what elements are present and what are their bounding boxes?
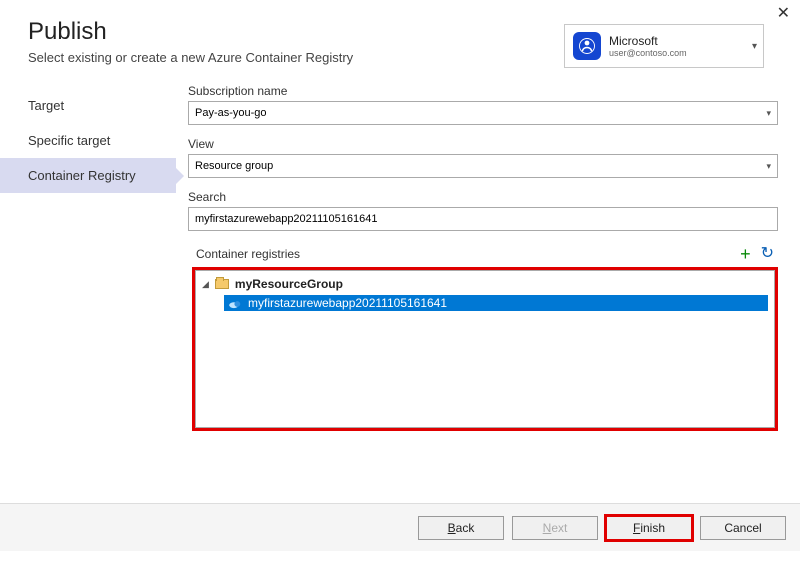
chevron-down-icon: ▾ <box>766 161 771 172</box>
folder-icon <box>215 279 229 289</box>
subscription-label: Subscription name <box>188 84 778 98</box>
add-icon[interactable]: + <box>740 245 751 263</box>
cancel-button[interactable]: Cancel <box>700 516 786 540</box>
publish-dialog: ✕ Publish Select existing or create a ne… <box>0 0 800 561</box>
nav-container-registry[interactable]: Container Registry <box>0 158 176 193</box>
finish-button[interactable]: Finish <box>606 516 692 540</box>
nav-specific-target[interactable]: Specific target <box>0 123 176 158</box>
account-selector[interactable]: Microsoft user@contoso.com ▾ <box>564 24 764 68</box>
nav-target[interactable]: Target <box>0 88 176 123</box>
account-badge-icon <box>573 32 601 60</box>
subscription-select[interactable]: Pay-as-you-go ▾ <box>188 101 778 125</box>
registry-tree[interactable]: ◢ myResourceGroup myfirstazurewebapp2021… <box>195 270 775 428</box>
form-area: Subscription name Pay-as-you-go ▾ View R… <box>176 82 778 462</box>
account-name: Microsoft <box>609 34 687 48</box>
tree-highlight: ◢ myResourceGroup myfirstazurewebapp2021… <box>192 267 778 431</box>
header-text: Publish Select existing or create a new … <box>28 18 353 65</box>
close-icon[interactable]: ✕ <box>777 6 790 22</box>
view-value: Resource group <box>195 160 273 172</box>
search-input[interactable] <box>188 207 778 231</box>
subscription-value: Pay-as-you-go <box>195 107 267 119</box>
resource-group-name: myResourceGroup <box>235 277 343 291</box>
back-button[interactable]: Back <box>418 516 504 540</box>
page-subtitle: Select existing or create a new Azure Co… <box>28 50 353 65</box>
account-email: user@contoso.com <box>609 48 687 58</box>
tree-actions: + ↻ <box>740 245 774 263</box>
tree-header: Container registries + ↻ <box>188 245 778 263</box>
wizard-nav: Target Specific target Container Registr… <box>0 82 176 462</box>
registry-icon <box>228 298 242 308</box>
chevron-down-icon: ▾ <box>752 41 757 52</box>
registry-item-label: myfirstazurewebapp20211105161641 <box>248 296 447 310</box>
expand-icon[interactable]: ◢ <box>202 279 209 290</box>
page-title: Publish <box>28 18 353 46</box>
view-select[interactable]: Resource group ▾ <box>188 154 778 178</box>
registry-item[interactable]: myfirstazurewebapp20211105161641 <box>224 295 768 311</box>
view-label: View <box>188 137 778 151</box>
dialog-header: Publish Select existing or create a new … <box>0 0 800 74</box>
search-label: Search <box>188 190 778 204</box>
dialog-footer: Back Next Finish Cancel <box>0 503 800 551</box>
next-button: Next <box>512 516 598 540</box>
tree-label: Container registries <box>188 247 300 261</box>
tree-group-row[interactable]: ◢ myResourceGroup <box>202 275 768 293</box>
chevron-down-icon: ▾ <box>766 108 771 119</box>
refresh-icon[interactable]: ↻ <box>761 246 774 262</box>
dialog-body: Target Specific target Container Registr… <box>0 74 800 462</box>
account-text: Microsoft user@contoso.com <box>609 34 687 58</box>
